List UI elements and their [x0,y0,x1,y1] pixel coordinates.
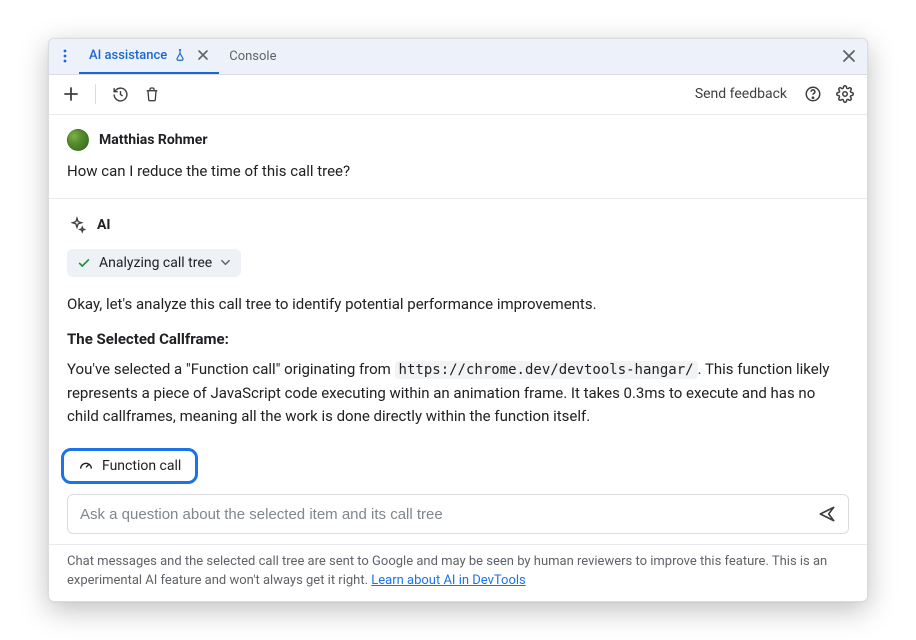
send-icon [817,504,837,524]
input-row [67,494,849,534]
input-area [49,494,867,544]
function-call-chip[interactable]: Function call [61,448,198,484]
close-icon [841,48,857,64]
plus-icon [63,86,79,102]
chevron-down-icon [220,257,231,268]
sparkle-icon [67,215,87,235]
tab-menu-button[interactable] [53,44,77,68]
close-panel-button[interactable] [835,42,863,70]
fn-chip-label: Function call [102,458,181,474]
close-tab-button[interactable] [197,49,209,61]
divider [49,198,867,199]
code-url: https://chrome.dev/devtools-hangar/ [395,361,698,379]
gauge-icon [78,458,94,474]
history-icon [112,86,129,103]
analyzing-chip[interactable]: Analyzing call tree [67,249,241,277]
settings-button[interactable] [831,80,859,108]
help-icon [804,85,822,103]
tabbar: AI assistance Console [49,39,867,75]
chat-input[interactable] [80,506,812,523]
tab-label: AI assistance [89,48,167,63]
separator [95,84,96,104]
devtools-panel: AI assistance Console Send feedback [48,38,868,602]
tab-console[interactable]: Console [219,39,286,74]
history-button[interactable] [106,80,134,108]
user-message: How can I reduce the time of this call t… [67,161,849,182]
send-button[interactable] [812,499,842,529]
ai-header: AI [67,215,849,235]
user-name: Matthias Rohmer [99,132,207,148]
trash-icon [144,86,160,102]
chat-area: Matthias Rohmer How can I reduce the tim… [49,115,867,494]
new-chat-button[interactable] [57,80,85,108]
help-button[interactable] [799,80,827,108]
footer-disclaimer: Chat messages and the selected call tree… [49,544,867,601]
toolbar: Send feedback [49,75,867,115]
ai-intro: Okay, let's analyze this call tree to id… [67,293,849,316]
ai-label: AI [97,217,111,233]
chip-label: Analyzing call tree [99,255,212,271]
gear-icon [836,85,854,103]
ai-paragraph: You've selected a "Function call" origin… [67,358,849,428]
kebab-icon [57,48,73,64]
send-feedback-link[interactable]: Send feedback [687,86,795,102]
tab-ai-assistance[interactable]: AI assistance [79,39,219,74]
user-header: Matthias Rohmer [67,129,849,151]
flask-icon [173,48,187,62]
check-icon [77,256,91,270]
avatar [67,129,89,151]
section-heading: The Selected Callframe: [67,330,849,348]
learn-link[interactable]: Learn about AI in DevTools [371,573,525,588]
close-icon [197,49,209,61]
delete-button[interactable] [138,80,166,108]
tab-label: Console [229,49,276,64]
